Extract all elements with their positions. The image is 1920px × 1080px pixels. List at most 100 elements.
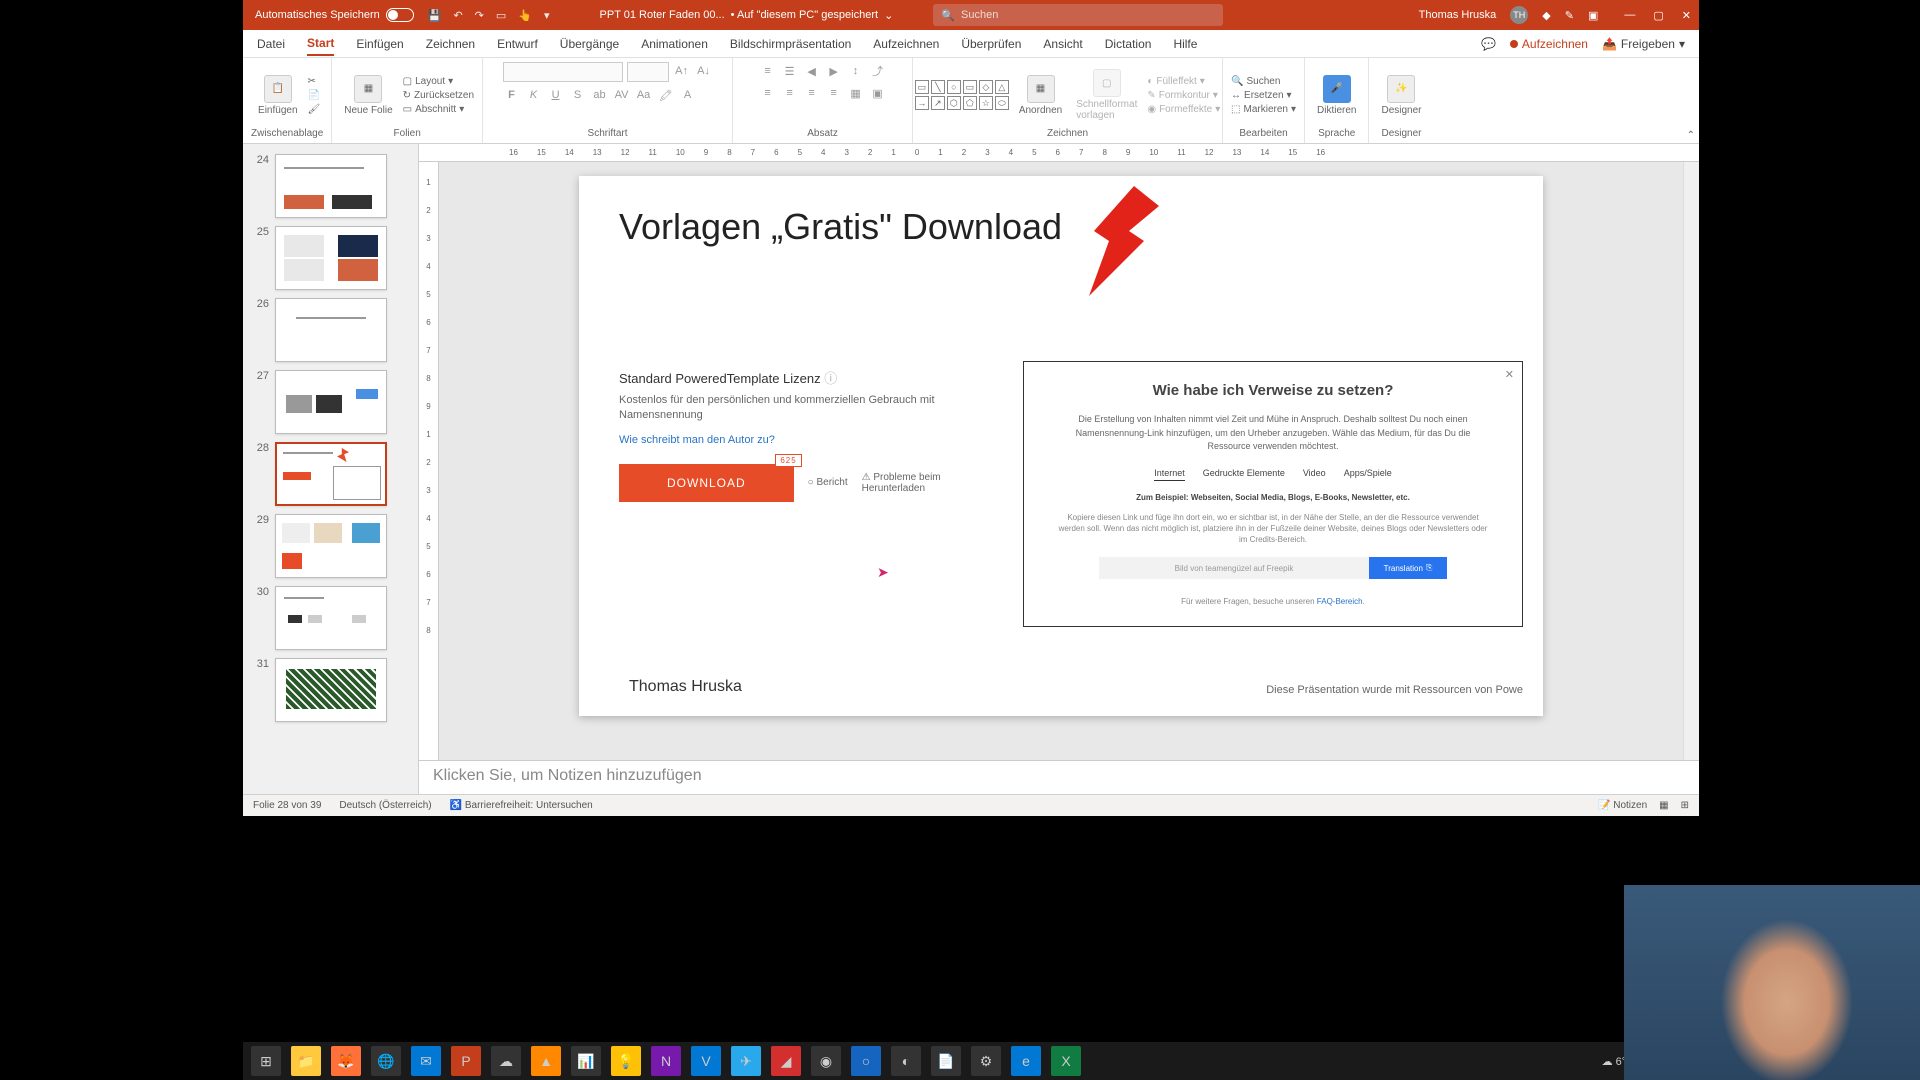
firefox-icon[interactable]: 🦊 (331, 1046, 361, 1076)
font-family-select[interactable] (503, 62, 623, 82)
thumb-28[interactable]: 28 (243, 438, 418, 510)
lightning-bolt-shape[interactable] (1079, 186, 1159, 296)
outdent-button[interactable]: ◀ (803, 62, 821, 80)
tab-uebergaenge[interactable]: Übergänge (560, 33, 619, 55)
pen-icon[interactable]: ✎ (1565, 9, 1574, 22)
align-left-button[interactable]: ≡ (759, 84, 777, 102)
app-icon-5[interactable]: ○ (851, 1046, 881, 1076)
app-icon-3[interactable]: 💡 (611, 1046, 641, 1076)
save-icon[interactable]: 💾 (428, 9, 442, 22)
thumb-29[interactable]: 29 (243, 510, 418, 582)
tab-entwurf[interactable]: Entwurf (497, 33, 538, 55)
redo-icon[interactable]: ↷ (475, 9, 484, 22)
record-button[interactable]: Aufzeichnen (1510, 37, 1588, 51)
maximize-icon[interactable]: ▢ (1653, 9, 1663, 22)
app-icon-1[interactable]: ☁ (491, 1046, 521, 1076)
slide-thumbnails[interactable]: 24 25 26 27 28 29 30 31 (243, 144, 419, 794)
undo-icon[interactable]: ↶ (453, 9, 462, 22)
slide-canvas[interactable]: Vorlagen „Gratis" Download Standard Powe… (579, 176, 1543, 716)
thumb-24[interactable]: 24 (243, 150, 418, 222)
numbering-button[interactable]: ☰ (781, 62, 799, 80)
bullets-button[interactable]: ≡ (759, 62, 777, 80)
strike-button[interactable]: S (569, 86, 587, 104)
align-center-button[interactable]: ≡ (781, 84, 799, 102)
document-title[interactable]: PPT 01 Roter Faden 00... • Auf "diesem P… (600, 9, 894, 22)
notes-toggle[interactable]: 📝 Notizen (1598, 800, 1647, 811)
tab-einfuegen[interactable]: Einfügen (356, 33, 403, 55)
comments-icon[interactable]: 💬 (1481, 37, 1496, 51)
tab-datei[interactable]: Datei (257, 33, 285, 55)
smartart-button[interactable]: ▣ (869, 84, 887, 102)
chevron-down-icon[interactable]: ⌄ (884, 9, 893, 22)
case-button[interactable]: Aa (635, 86, 653, 104)
chrome-icon[interactable]: 🌐 (371, 1046, 401, 1076)
thumb-31[interactable]: 31 (243, 654, 418, 726)
vlc-icon[interactable]: ▲ (531, 1046, 561, 1076)
explorer-icon[interactable]: 📁 (291, 1046, 321, 1076)
effects-button[interactable]: ◉ Formeffekte ▾ (1147, 104, 1220, 115)
thumb-30[interactable]: 30 (243, 582, 418, 654)
increase-font-icon[interactable]: A↑ (673, 62, 691, 80)
find-button[interactable]: 🔍 Suchen (1231, 76, 1296, 87)
reset-button[interactable]: ↻ Zurücksetzen (403, 90, 474, 101)
slideshow-icon[interactable]: ▭ (496, 9, 506, 22)
avatar[interactable]: TH (1510, 6, 1528, 24)
thumb-25[interactable]: 25 (243, 222, 418, 294)
window-icon[interactable]: ▣ (1588, 9, 1598, 22)
fill-button[interactable]: ◐ Fülleffekt ▾ (1147, 76, 1220, 87)
bold-button[interactable]: F (503, 86, 521, 104)
spacing-button[interactable]: AV (613, 86, 631, 104)
tab-start[interactable]: Start (307, 32, 334, 56)
autosave-toggle[interactable]: Automatisches Speichern (255, 8, 414, 22)
app-icon-4[interactable]: ◢ (771, 1046, 801, 1076)
arrange-button[interactable]: ▦Anordnen (1015, 73, 1066, 118)
dictate-button[interactable]: 🎤Diktieren (1313, 73, 1360, 118)
scrollbar-vertical[interactable] (1683, 162, 1699, 760)
tab-dictation[interactable]: Dictation (1105, 33, 1152, 55)
linespace-button[interactable]: ↕ (847, 62, 865, 80)
sorter-view-icon[interactable]: ⊞ (1681, 800, 1689, 811)
font-size-select[interactable] (627, 62, 669, 82)
shapes-gallery[interactable]: ▭╲○▭◇△ →↗⬡⬠☆⬭ (915, 80, 1009, 110)
accessibility-status[interactable]: ♿ Barrierefreiheit: Untersuchen (450, 800, 593, 811)
quickstyles-button[interactable]: ▢Schnellformat vorlagen (1072, 67, 1141, 123)
textdir-button[interactable]: ⤴ (869, 62, 887, 80)
slide-title[interactable]: Vorlagen „Gratis" Download (619, 206, 1503, 248)
search-input[interactable]: 🔍 Suchen (933, 4, 1223, 26)
outlook-icon[interactable]: ✉ (411, 1046, 441, 1076)
user-name[interactable]: Thomas Hruska (1419, 9, 1497, 21)
onenote-icon[interactable]: N (651, 1046, 681, 1076)
app-icon-6[interactable]: ◐ (891, 1046, 921, 1076)
tab-hilfe[interactable]: Hilfe (1173, 33, 1197, 55)
app-icon-2[interactable]: 📊 (571, 1046, 601, 1076)
app-icon-7[interactable]: 📄 (931, 1046, 961, 1076)
tab-ueberpruefen[interactable]: Überprüfen (961, 33, 1021, 55)
align-right-button[interactable]: ≡ (803, 84, 821, 102)
notes-pane[interactable]: Klicken Sie, um Notizen hinzuzufügen (419, 760, 1699, 794)
normal-view-icon[interactable]: ▦ (1659, 800, 1668, 811)
italic-button[interactable]: K (525, 86, 543, 104)
close-icon[interactable]: ✕ (1682, 9, 1691, 22)
select-button[interactable]: ⬚ Markieren ▾ (1231, 104, 1296, 115)
decrease-font-icon[interactable]: A↓ (695, 62, 713, 80)
paste-button[interactable]: 📋Einfügen (254, 73, 301, 118)
tab-ansicht[interactable]: Ansicht (1043, 33, 1082, 55)
author-name[interactable]: Thomas Hruska (629, 678, 742, 696)
copy-button[interactable]: 📄 (308, 90, 321, 101)
format-painter-button[interactable]: 🖌 (308, 104, 321, 115)
justify-button[interactable]: ≡ (825, 84, 843, 102)
outline-button[interactable]: ✎ Formkontur ▾ (1147, 90, 1220, 101)
diamond-icon[interactable]: ◆ (1542, 9, 1550, 22)
shadow-button[interactable]: ab (591, 86, 609, 104)
qat-more-icon[interactable]: ▾ (544, 9, 550, 22)
underline-button[interactable]: U (547, 86, 565, 104)
designer-button[interactable]: ✨Designer (1377, 73, 1425, 118)
powerpoint-icon[interactable]: P (451, 1046, 481, 1076)
tab-aufzeichnen[interactable]: Aufzeichnen (873, 33, 939, 55)
indent-button[interactable]: ▶ (825, 62, 843, 80)
telegram-icon[interactable]: ✈ (731, 1046, 761, 1076)
excel-icon[interactable]: X (1051, 1046, 1081, 1076)
app-icon-v[interactable]: V (691, 1046, 721, 1076)
settings-icon[interactable]: ⚙ (971, 1046, 1001, 1076)
tab-animationen[interactable]: Animationen (641, 33, 708, 55)
